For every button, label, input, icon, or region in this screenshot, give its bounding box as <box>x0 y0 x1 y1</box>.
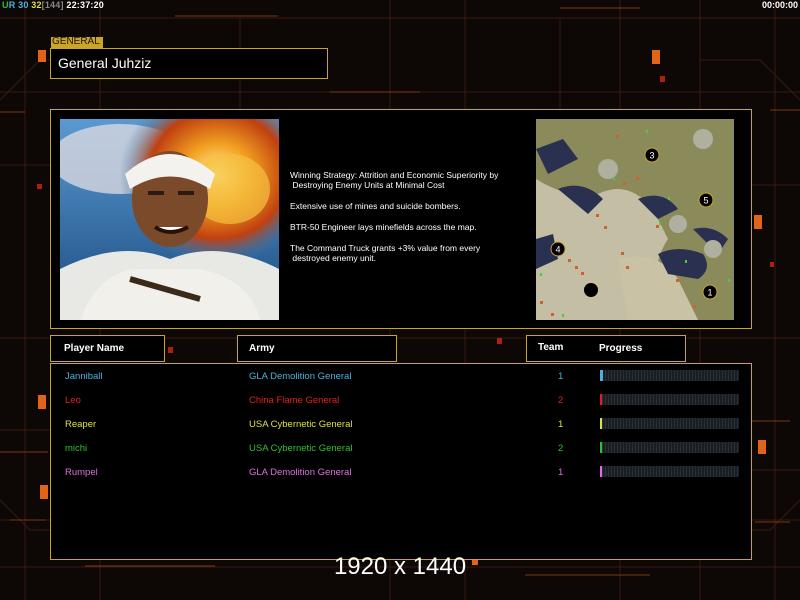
strategy-text: Winning Strategy: Attrition and Economic… <box>290 170 525 274</box>
team-progress-header[interactable]: Team Progress <box>526 335 686 362</box>
progress-bar <box>600 442 739 453</box>
player-army: GLA Demolition General <box>249 467 352 478</box>
hud-n1: 30 <box>18 0 29 10</box>
player-row: Reaper USA Cybernetic General 1 <box>51 415 751 433</box>
minimap[interactable]: 3 5 4 1 <box>528 119 742 320</box>
player-army: USA Cybernetic General <box>249 443 353 454</box>
player-row: Rumpel GLA Demolition General 1 <box>51 463 751 481</box>
progress-fill <box>600 394 602 405</box>
strategy-line: The Command Truck grants +3% value from … <box>290 243 481 263</box>
progress-bar <box>600 466 739 477</box>
progress-bar <box>600 394 739 405</box>
progress-fill <box>600 418 602 429</box>
player-team: 1 <box>558 419 564 430</box>
general-tag: GENERAL <box>51 36 103 48</box>
hud-n2: 32 <box>31 0 42 10</box>
team-header-label: Team <box>538 342 564 353</box>
army-header[interactable]: Army <box>237 335 397 362</box>
player-team: 1 <box>558 371 564 382</box>
progress-header-label: Progress <box>599 343 643 354</box>
game-timer: 00:00:00 <box>761 0 798 10</box>
players-panel: Janniball GLA Demolition General 1 Leo China… <box>50 363 752 560</box>
strategy-line: Winning Strategy: Attrition and Economic… <box>290 170 499 190</box>
player-team: 2 <box>558 443 564 454</box>
minimap-marker-3: 3 <box>649 151 654 161</box>
player-row: michi USA Cybernetic General 2 <box>51 439 751 457</box>
portrait-image <box>60 119 279 320</box>
minimap-marker-5: 5 <box>703 196 708 206</box>
player-name-header-label: Player Name <box>64 343 125 354</box>
progress-fill <box>600 442 602 453</box>
player-army: China Flame General <box>249 395 340 406</box>
strategy-line: Extensive use of mines and suicide bombe… <box>290 201 461 211</box>
player-name: michi <box>65 443 88 454</box>
minimap-terrain: 3 5 4 1 <box>528 119 742 320</box>
army-header-label: Army <box>249 343 275 354</box>
progress-fill <box>600 370 603 381</box>
general-name: General Juhziz <box>58 55 152 71</box>
player-name: Reaper <box>65 419 97 430</box>
player-row: Leo China Flame General 2 <box>51 391 751 409</box>
progress-fill <box>600 466 602 477</box>
progress-bar <box>600 418 739 429</box>
player-army: GLA Demolition General <box>249 371 352 382</box>
player-army: USA Cybernetic General <box>249 419 353 430</box>
minimap-marker-1: 1 <box>707 288 712 298</box>
player-team: 1 <box>558 467 564 478</box>
general-info-panel: Winning Strategy: Attrition and Economic… <box>50 109 752 329</box>
general-title-box: General Juhziz <box>50 48 328 79</box>
hud-r: R <box>8 0 16 10</box>
general-tag-label: GENERAL <box>52 36 100 47</box>
resolution-label: 1920 x 1440 <box>333 553 467 580</box>
progress-bar <box>600 370 739 381</box>
hud-n3: [144] <box>41 0 64 10</box>
player-name: Janniball <box>65 371 103 382</box>
player-name: Rumpel <box>65 467 98 478</box>
minimap-marker-4: 4 <box>555 245 560 255</box>
player-name: Leo <box>65 395 81 406</box>
strategy-line: BTR-50 Engineer lays minefields across t… <box>290 222 477 232</box>
hud-stats: UR 30 32[144] 22:37:20 <box>2 0 104 10</box>
player-row: Janniball GLA Demolition General 1 <box>51 367 751 385</box>
general-portrait <box>60 119 279 320</box>
hud-u: U <box>2 0 9 10</box>
hud-clock: 22:37:20 <box>66 0 105 10</box>
player-team: 2 <box>558 395 564 406</box>
player-name-header[interactable]: Player Name <box>50 335 165 362</box>
